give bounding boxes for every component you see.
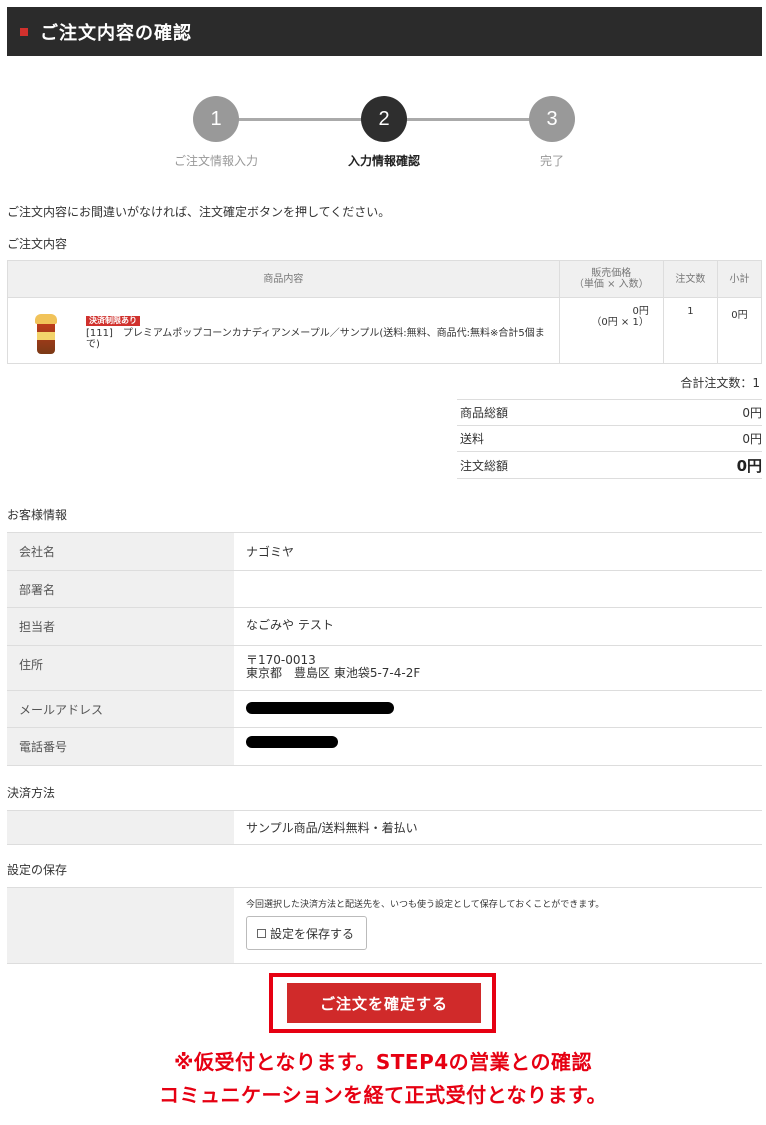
step-1-circle: 1 [193, 96, 239, 142]
step-connector [405, 118, 530, 121]
phone-label: 電話番号 [7, 727, 234, 766]
table-row: 担当者 なごみや テスト [7, 607, 762, 646]
redacted-bar [246, 736, 338, 748]
restriction-badge: 決済制限あり [86, 316, 140, 326]
step-connector [238, 118, 363, 121]
confirm-order-button[interactable]: ご注文を確定する [287, 983, 481, 1023]
product-cell: 決済制限あり [111] プレミアムポップコーンカナディアンメープル／サンプル(… [7, 297, 560, 364]
total-order-count: 合計注文数：1 [680, 376, 760, 390]
goods-total-value: 0円 [742, 406, 762, 420]
totals-summary: 商品総額 0円 送料 0円 注文総額 0円 [457, 399, 762, 479]
col-product: 商品内容 [7, 260, 560, 298]
product-image[interactable] [35, 314, 57, 354]
shipping-label: 送料 [460, 432, 485, 446]
shipping-value: 0円 [742, 432, 762, 446]
dept-value [234, 570, 762, 608]
customer-table: 会社名 ナゴミヤ 部署名 担当者 なごみや テスト 住所 〒170-0013 東… [7, 532, 762, 766]
product-name: [111] プレミアムポップコーンカナディアンメープル／サンプル(送料:無料、商… [86, 328, 545, 350]
table-row: メールアドレス [7, 690, 762, 728]
goods-total-label: 商品総額 [460, 406, 509, 420]
notice-line-1: ※仮受付となります。STEP4の営業との確認 [174, 1050, 592, 1074]
order-table-header: 商品内容 販売価格 （単価 × 入数） 注文数 小計 [7, 260, 763, 298]
person-label: 担当者 [7, 607, 234, 646]
company-label: 会社名 [7, 532, 234, 571]
address-line: 東京都 豊島区 東池袋5-7-4-2F [246, 666, 421, 680]
payment-section-label: 決済方法 [7, 786, 56, 800]
save-label-cell [7, 887, 234, 964]
checkbox-icon[interactable] [257, 928, 266, 938]
step-2-circle: 2 [361, 96, 407, 142]
price-cell: 0円 （0円 × 1） [558, 297, 664, 364]
person-value: なごみや テスト [234, 607, 762, 646]
table-row: 電話番号 [7, 727, 762, 766]
redacted-bar [246, 701, 394, 714]
save-value-cell: 今回選択した決済方法と配送先を、いつも使う設定として保存しておくことができます。… [234, 887, 762, 964]
step-1-label: ご注文情報入力 [173, 154, 258, 168]
save-note: 今回選択した決済方法と配送先を、いつも使う設定として保存しておくことができます。 [246, 900, 605, 910]
email-value [234, 690, 762, 728]
table-row: サンプル商品/送料無料・着払い [7, 810, 762, 845]
save-section-label: 設定の保存 [7, 863, 68, 877]
page-header: ご注文内容の確認 [7, 7, 762, 56]
payment-table: サンプル商品/送料無料・着払い [7, 810, 762, 845]
save-settings-label: 設定を保存する [270, 926, 355, 941]
page-title: ご注文内容の確認 [40, 22, 192, 44]
grand-total-label: 注文総額 [460, 458, 509, 473]
price-detail: （0円 × 1） [591, 317, 649, 328]
grand-total-value: 0円 [736, 456, 762, 475]
header-square-icon [20, 27, 28, 36]
address-value: 〒170-0013 東京都 豊島区 東池袋5-7-4-2F [234, 645, 762, 691]
shipping-row: 送料 0円 [457, 425, 762, 451]
table-row: 決済制限あり [111] プレミアムポップコーンカナディアンメープル／サンプル(… [7, 297, 763, 364]
phone-value [234, 727, 762, 766]
table-row: 部署名 [7, 570, 762, 608]
col-qty: 注文数 [662, 260, 718, 298]
table-row: 住所 〒170-0013 東京都 豊島区 東池袋5-7-4-2F [7, 645, 762, 691]
payment-value: サンプル商品/送料無料・着払い [234, 810, 762, 845]
email-label: メールアドレス [7, 690, 234, 728]
grand-total-row: 注文総額 0円 [457, 451, 762, 479]
col-subtotal: 小計 [716, 260, 763, 298]
step-indicator: 1 2 3 ご注文情報入力 入力情報確認 完了 [0, 96, 766, 176]
unit-price: 0円 [632, 306, 649, 317]
company-value: ナゴミヤ [234, 532, 762, 571]
col-price: 販売価格 （単価 × 入数） [558, 260, 664, 298]
customer-section-label: お客様情報 [7, 508, 68, 522]
step-3-circle: 3 [529, 96, 575, 142]
save-table: 今回選択した決済方法と配送先を、いつも使う設定として保存しておくことができます。… [7, 887, 762, 964]
subtotal-cell: 0円 [716, 297, 763, 364]
table-row: 今回選択した決済方法と配送先を、いつも使う設定として保存しておくことができます。… [7, 887, 762, 964]
table-row: 会社名 ナゴミヤ [7, 532, 762, 571]
step-3-label: 完了 [539, 154, 564, 168]
goods-total-row: 商品総額 0円 [457, 399, 762, 425]
intro-text: ご注文内容にお間違いがなければ、注文確定ボタンを押してください。 [7, 205, 391, 219]
step-2-label: 入力情報確認 [347, 154, 420, 168]
address-label: 住所 [7, 645, 234, 691]
payment-label-cell [7, 810, 234, 845]
order-section-label: ご注文内容 [7, 237, 68, 251]
notice-line-2: コミュニケーションを経て正式受付となります。 [159, 1083, 607, 1107]
save-settings-button[interactable]: 設定を保存する [246, 916, 368, 950]
order-table: 商品内容 販売価格 （単価 × 入数） 注文数 小計 決済制限あり [111] … [7, 260, 763, 364]
qty-cell: 1 [662, 297, 718, 364]
dept-label: 部署名 [7, 570, 234, 608]
col-price-line2: （単価 × 入数） [573, 279, 649, 290]
col-price-line1: 販売価格 [591, 268, 632, 279]
